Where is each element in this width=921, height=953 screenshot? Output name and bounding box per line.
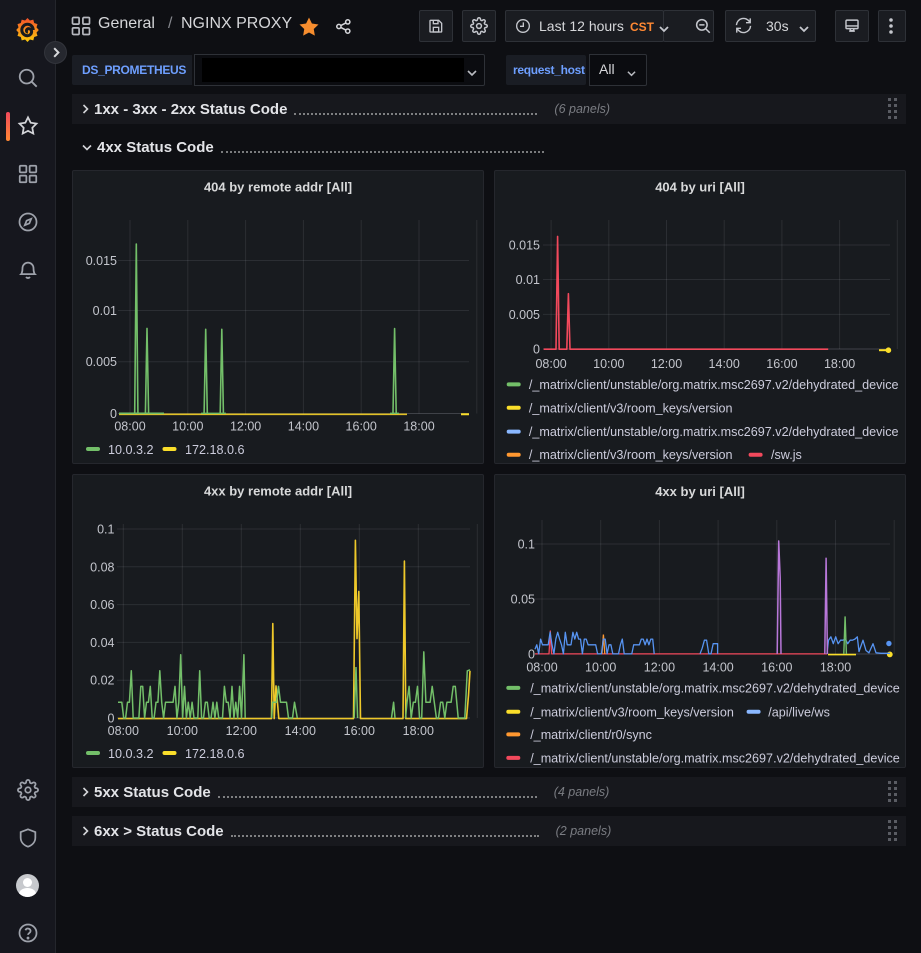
svg-text:0.015: 0.015 xyxy=(86,254,117,268)
svg-text:10.0.3.2: 10.0.3.2 xyxy=(108,443,154,457)
svg-text:/_matrix/client/v3/room_keys/v: /_matrix/client/v3/room_keys/version xyxy=(529,401,733,415)
svg-text:14:00: 14:00 xyxy=(285,724,316,738)
svg-text:0.005: 0.005 xyxy=(509,308,540,322)
svg-text:0.005: 0.005 xyxy=(86,355,117,369)
svg-text:18:00: 18:00 xyxy=(824,357,855,371)
svg-text:10:00: 10:00 xyxy=(172,420,203,434)
svg-text:/sw.js: /sw.js xyxy=(771,448,802,462)
svg-text:4xx by uri [All]: 4xx by uri [All] xyxy=(655,484,745,499)
svg-text:18:00: 18:00 xyxy=(820,661,851,675)
svg-text:0.1: 0.1 xyxy=(518,538,535,552)
svg-text:16:00: 16:00 xyxy=(761,661,792,675)
svg-text:12:00: 12:00 xyxy=(226,724,257,738)
svg-text:14:00: 14:00 xyxy=(709,357,740,371)
svg-text:0.06: 0.06 xyxy=(90,598,114,612)
svg-text:172.18.0.6: 172.18.0.6 xyxy=(185,443,245,457)
svg-text:16:00: 16:00 xyxy=(766,357,797,371)
svg-text:12:00: 12:00 xyxy=(644,661,675,675)
svg-text:08:00: 08:00 xyxy=(535,357,566,371)
svg-text:0: 0 xyxy=(528,648,535,662)
svg-text:12:00: 12:00 xyxy=(651,357,682,371)
svg-text:0.015: 0.015 xyxy=(509,239,540,253)
svg-text:4xx by remote addr [All]: 4xx by remote addr [All] xyxy=(204,484,352,499)
svg-text:/_matrix/client/v3/room_keys/v: /_matrix/client/v3/room_keys/version xyxy=(530,705,734,719)
svg-text:/_matrix/client/unstable/org.m: /_matrix/client/unstable/org.matrix.msc2… xyxy=(530,751,900,765)
svg-text:172.18.0.6: 172.18.0.6 xyxy=(185,747,245,761)
svg-text:/_matrix/client/r0/sync: /_matrix/client/r0/sync xyxy=(530,728,652,742)
svg-text:0.1: 0.1 xyxy=(97,523,114,537)
svg-text:/_matrix/client/unstable/org.m: /_matrix/client/unstable/org.matrix.msc2… xyxy=(529,425,899,439)
svg-text:0.05: 0.05 xyxy=(511,593,535,607)
svg-text:10:00: 10:00 xyxy=(593,357,624,371)
svg-text:404 by remote addr [All]: 404 by remote addr [All] xyxy=(204,180,352,195)
svg-text:16:00: 16:00 xyxy=(346,420,377,434)
svg-text:0.01: 0.01 xyxy=(93,304,117,318)
svg-text:0: 0 xyxy=(533,343,540,357)
svg-text:18:00: 18:00 xyxy=(403,420,434,434)
svg-text:08:00: 08:00 xyxy=(526,661,557,675)
svg-text:0.01: 0.01 xyxy=(516,273,540,287)
svg-text:10.0.3.2: 10.0.3.2 xyxy=(108,747,154,761)
svg-text:0.04: 0.04 xyxy=(90,636,114,650)
svg-text:/_matrix/client/v3/room_keys/v: /_matrix/client/v3/room_keys/version xyxy=(529,448,733,462)
svg-text:08:00: 08:00 xyxy=(114,420,145,434)
svg-text:10:00: 10:00 xyxy=(167,724,198,738)
svg-text:0.08: 0.08 xyxy=(90,560,114,574)
svg-text:/_matrix/client/unstable/org.m: /_matrix/client/unstable/org.matrix.msc2… xyxy=(530,681,900,695)
svg-text:08:00: 08:00 xyxy=(108,724,139,738)
svg-text:14:00: 14:00 xyxy=(288,420,319,434)
svg-text:14:00: 14:00 xyxy=(702,661,733,675)
svg-text:10:00: 10:00 xyxy=(585,661,616,675)
svg-text:0.02: 0.02 xyxy=(90,674,114,688)
svg-text:/_matrix/client/unstable/org.m: /_matrix/client/unstable/org.matrix.msc2… xyxy=(529,378,899,392)
svg-text:16:00: 16:00 xyxy=(344,724,375,738)
svg-text:/api/live/ws: /api/live/ws xyxy=(768,705,830,719)
svg-text:404 by uri [All]: 404 by uri [All] xyxy=(655,180,745,195)
svg-text:12:00: 12:00 xyxy=(230,420,261,434)
svg-text:18:00: 18:00 xyxy=(403,724,434,738)
